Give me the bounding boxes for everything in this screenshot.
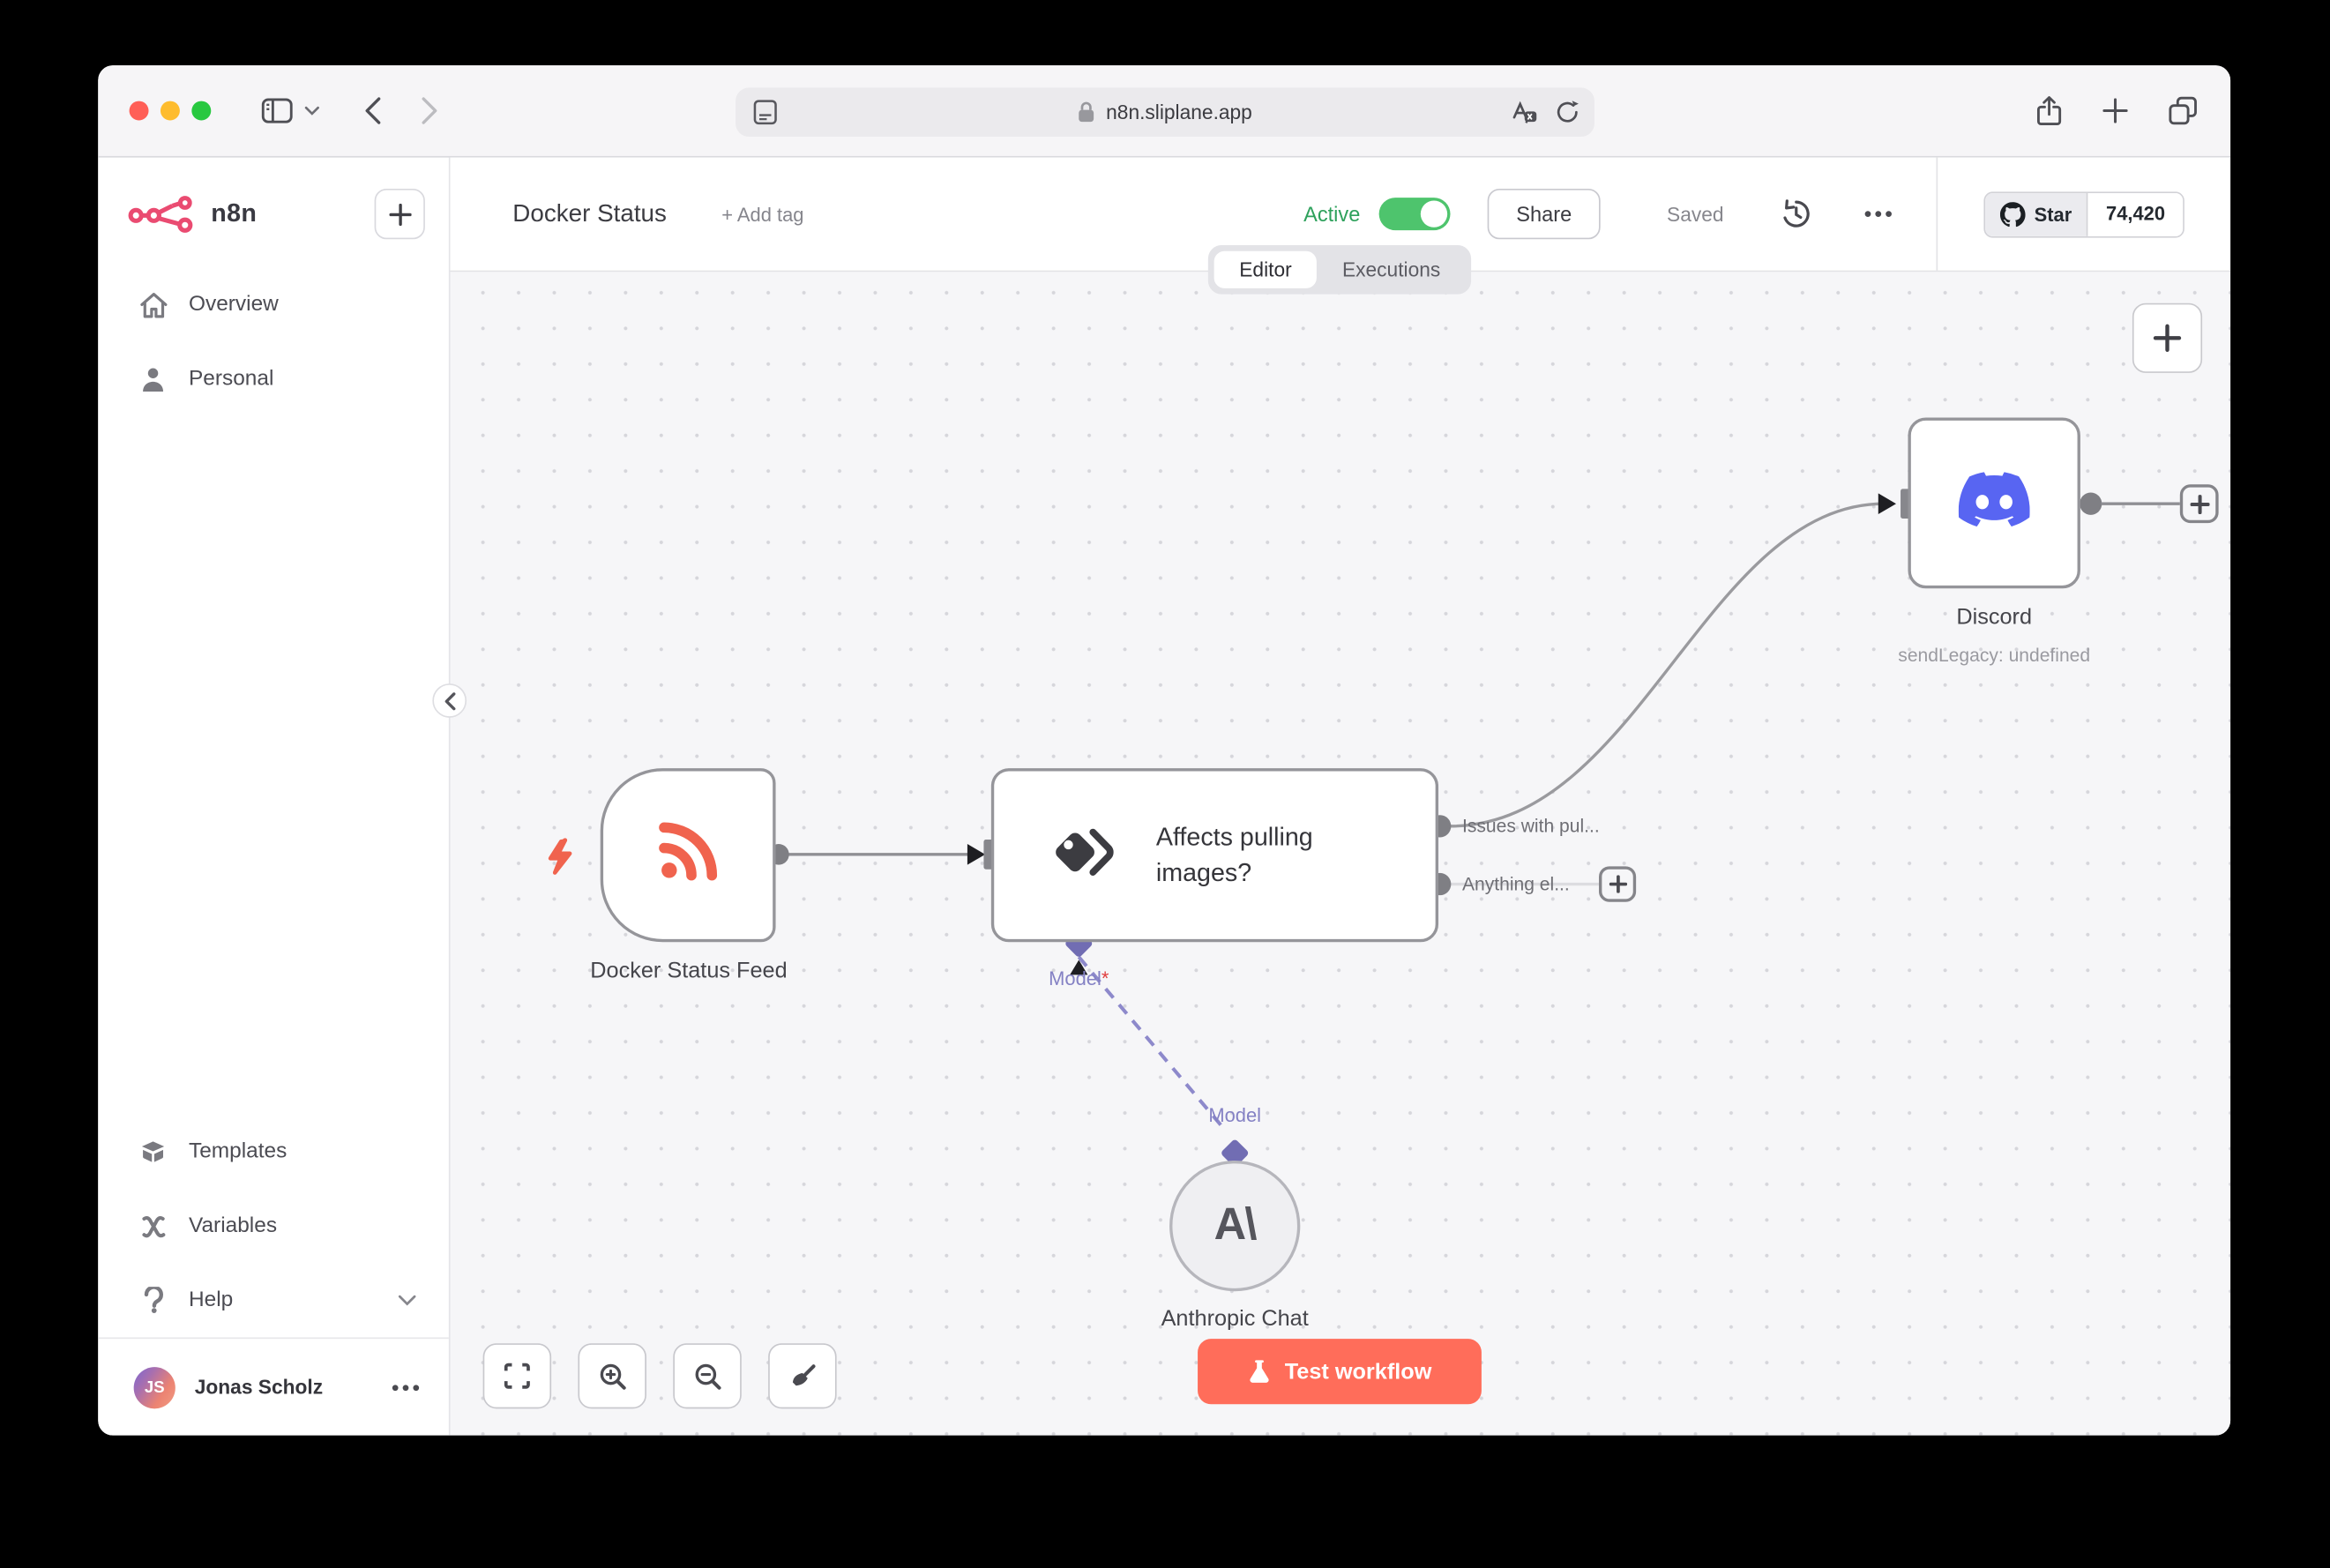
variable-x-icon	[138, 1214, 168, 1236]
model-link-label: Model	[1176, 1104, 1295, 1126]
close-window-button[interactable]	[130, 101, 149, 121]
reader-view-icon[interactable]	[753, 100, 777, 125]
logo-text: n8n	[211, 199, 257, 229]
reload-icon[interactable]	[1556, 100, 1579, 125]
person-icon	[138, 366, 168, 392]
workflow-title[interactable]: Docker Status	[512, 200, 667, 228]
history-icon[interactable]	[1781, 199, 1811, 229]
chevron-down-icon	[399, 1295, 416, 1306]
screen: n8n.sliplane.app	[0, 0, 2330, 1568]
active-label: Active	[1303, 202, 1360, 226]
sidebar-item-label: Templates	[189, 1139, 287, 1163]
window-controls	[130, 101, 212, 121]
node-label-discord: Discord	[1846, 605, 2143, 631]
github-star-button[interactable]: Star 74,420	[1983, 191, 2184, 237]
n8n-logo-icon	[128, 195, 198, 234]
discord-icon	[1959, 464, 2030, 542]
node-sublabel-discord: sendLegacy: undefined	[1846, 645, 2143, 666]
output-label-anything-else: Anything el...	[1462, 874, 1570, 895]
node-title: Affects pulling images?	[1156, 819, 1394, 891]
add-tag-button[interactable]: + Add tag	[721, 203, 803, 225]
fit-view-button[interactable]	[483, 1343, 552, 1408]
forward-icon[interactable]	[421, 97, 438, 125]
sidebar-item-label: Help	[189, 1288, 233, 1312]
user-more-icon[interactable]	[392, 1385, 419, 1391]
url-text: n8n.sliplane.app	[1106, 101, 1252, 123]
add-node-button[interactable]	[2132, 303, 2202, 373]
user-menu[interactable]: JS Jonas Scholz	[98, 1337, 449, 1435]
sidebar-item-variables[interactable]: Variables	[98, 1189, 449, 1263]
add-node-after-discord-button[interactable]	[2180, 484, 2219, 523]
sidebar-item-label: Personal	[189, 367, 273, 391]
browser-sidebar-toggle-icon[interactable]	[262, 98, 293, 123]
workflow-canvas[interactable]: Docker Status Feed Affects pulling image…	[451, 272, 2231, 1435]
tab-executions[interactable]: Executions	[1317, 251, 1466, 288]
output-label-issues: Issues with pul...	[1462, 816, 1600, 837]
share-page-icon[interactable]	[2035, 95, 2062, 126]
minimize-window-button[interactable]	[161, 101, 180, 121]
rss-icon	[653, 818, 722, 893]
browser-window: n8n.sliplane.app	[98, 65, 2230, 1436]
trigger-bolt-icon	[545, 837, 576, 885]
star-label: Star	[2035, 203, 2072, 225]
anthropic-logo: A\	[1214, 1200, 1256, 1251]
sidebar-item-templates[interactable]: Templates	[98, 1115, 449, 1189]
box-icon	[138, 1139, 168, 1163]
avatar: JS	[134, 1366, 175, 1407]
question-icon	[138, 1287, 168, 1313]
tab-overview-icon[interactable]	[2168, 97, 2198, 125]
home-icon	[138, 292, 168, 317]
back-icon[interactable]	[364, 97, 382, 125]
github-icon	[2000, 201, 2026, 227]
maximize-window-button[interactable]	[191, 101, 211, 121]
active-toggle[interactable]	[1379, 198, 1451, 230]
sidebar-item-label: Variables	[189, 1214, 277, 1238]
sidebar-item-help[interactable]: Help	[98, 1263, 449, 1337]
add-workflow-button[interactable]	[375, 189, 425, 239]
sidebar: n8n Overview	[98, 158, 450, 1436]
node-discord[interactable]	[1908, 417, 2080, 588]
node-affects-pulling-images[interactable]: Affects pulling images?	[991, 768, 1438, 942]
flask-icon	[1248, 1358, 1270, 1385]
node-label-docker-status-feed: Docker Status Feed	[532, 959, 846, 984]
test-workflow-button[interactable]: Test workflow	[1198, 1339, 1482, 1404]
canvas-controls	[483, 1343, 837, 1408]
new-tab-icon[interactable]	[2102, 98, 2128, 123]
sidebar-item-personal[interactable]: Personal	[98, 342, 449, 416]
add-node-from-output-button[interactable]	[1599, 866, 1636, 901]
tidy-up-button[interactable]	[768, 1343, 837, 1408]
tags-icon	[1050, 822, 1116, 889]
browser-toolbar: n8n.sliplane.app	[98, 65, 2230, 157]
sidebar-item-label: Overview	[189, 293, 279, 317]
model-port-label: Model*	[1019, 967, 1139, 989]
sidebar-item-overview[interactable]: Overview	[98, 267, 449, 341]
address-bar[interactable]: n8n.sliplane.app	[736, 87, 1594, 137]
main-area: Docker Status + Add tag Active Share Sav…	[451, 158, 2231, 1436]
star-count: 74,420	[2087, 192, 2183, 235]
chevron-down-icon[interactable]	[304, 106, 319, 116]
view-tabs: Editor Executions	[1208, 245, 1472, 295]
zoom-in-button[interactable]	[578, 1343, 646, 1408]
tab-editor[interactable]: Editor	[1214, 251, 1318, 288]
workflow-more-icon[interactable]	[1865, 211, 1892, 217]
lock-icon	[1078, 101, 1095, 123]
collapse-sidebar-button[interactable]	[432, 683, 467, 718]
saved-status: Saved	[1667, 203, 1724, 225]
user-name: Jonas Scholz	[195, 1376, 323, 1398]
zoom-out-button[interactable]	[673, 1343, 742, 1408]
node-docker-status-feed[interactable]	[601, 768, 776, 942]
translate-icon[interactable]	[1512, 101, 1538, 124]
n8n-app: n8n Overview	[98, 158, 2230, 1436]
share-button[interactable]: Share	[1488, 189, 1600, 239]
node-anthropic-chat-model[interactable]: A\	[1169, 1161, 1300, 1291]
